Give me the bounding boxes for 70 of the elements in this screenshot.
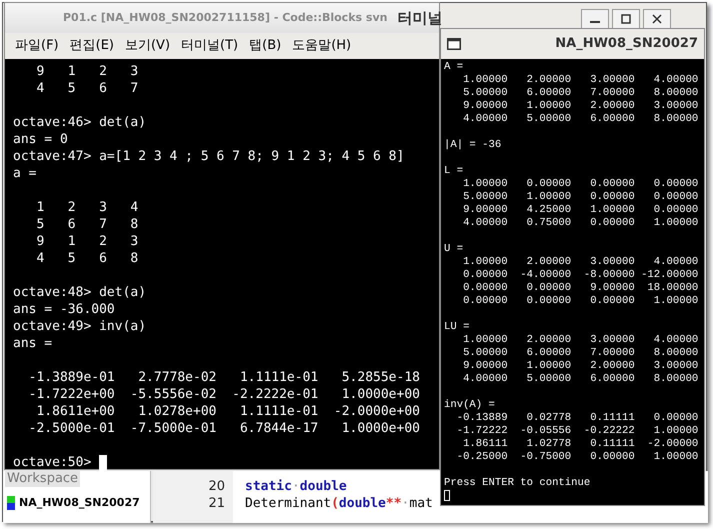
window-icon: [447, 38, 461, 50]
terminal-line: octave:47> a=[1 2 3 4 ; 5 6 7 8; 9 1 2 3; 4 5 6 8]: [13, 148, 406, 165]
console-line: 4.00000 5.00000 6.00000 8.00000: [462, 373, 700, 386]
console-line: U =: [444, 243, 464, 256]
terminal-line: 4 5 6 8: [35, 250, 140, 267]
close-icon: [652, 14, 662, 24]
window-title: 터미널: [397, 8, 442, 29]
console-line: 9.00000 4.25000 1.00000 0.00000: [462, 204, 700, 217]
console-line: 5.00000 6.00000 7.00000 8.00000: [462, 87, 700, 100]
console-line: -0.13889 0.02778 0.11111 0.00000: [456, 412, 700, 425]
console-line: 1.00000 2.00000 3.00000 4.00000: [462, 334, 700, 347]
line-number: 20: [208, 478, 225, 495]
code-line: static·double: [245, 478, 348, 495]
console-line: -1.72222 -0.05556 -0.22222 1.00000: [456, 425, 700, 438]
close-button[interactable]: [643, 9, 671, 29]
menu-item[interactable]: 편집(E): [70, 36, 114, 56]
terminal-line: ans =: [13, 335, 54, 352]
console-line: -0.25000 -0.75000 0.00000 1.00000: [456, 451, 700, 464]
console-line: 0.00000 -4.00000 -8.00000 -12.00000: [462, 269, 700, 282]
menu-item[interactable]: 탭(B): [249, 36, 282, 56]
terminal-line: ans = 0: [13, 131, 69, 148]
console-line: 5.00000 1.00000 0.00000 0.00000: [462, 191, 700, 204]
console-line: 1.86111 1.02778 0.11111 -2.00000: [462, 438, 700, 451]
minimize-icon: [590, 21, 600, 24]
console-line: 0.00000 0.00000 9.00000 18.00000: [462, 282, 700, 295]
workspace-tab[interactable]: Workspace: [5, 471, 80, 487]
console-line: 9.00000 1.00000 2.00000 3.00000: [462, 100, 700, 113]
terminal-line: octave:46> det(a): [13, 114, 148, 131]
maximize-button[interactable]: [612, 9, 640, 29]
maximize-icon: [621, 14, 631, 24]
console-line: 9.00000 1.00000 2.00000 3.00000: [462, 360, 700, 373]
menu-item[interactable]: 파일(F): [15, 36, 59, 56]
console-line: 0.00000 0.00000 0.00000 1.00000: [462, 295, 700, 308]
text-cursor: [444, 490, 450, 501]
console-line: 4.00000 5.00000 6.00000 8.00000: [462, 113, 700, 126]
menu-item[interactable]: 터미널(T): [181, 36, 238, 56]
terminal-prompt: octave:50>: [13, 454, 92, 471]
window-title: NA_HW08_SN20027: [555, 35, 698, 54]
minimize-button[interactable]: [581, 9, 609, 29]
project-name[interactable]: NA_HW08_SN20027: [19, 495, 140, 512]
console-line: |A| = -36: [444, 139, 502, 152]
console-line: inv(A) =: [444, 399, 496, 412]
terminal-line: 1 2 3 4: [35, 199, 140, 216]
console-line: 5.00000 6.00000 7.00000 8.00000: [462, 347, 700, 360]
terminal-line: ans = -36.000: [13, 301, 116, 318]
background-window-title: P01.c [NA_HW08_SN2002711158] - Code::Blocks svn: [63, 10, 388, 26]
console-line: L =: [444, 165, 464, 178]
console-prompt: Press ENTER to continue: [444, 477, 592, 490]
menu-item[interactable]: 보기(V): [124, 36, 170, 56]
terminal-line: -1.3889e-01 2.7778e-02 1.1111e-01 5.2855e-18: [28, 369, 421, 386]
line-number: 21: [208, 495, 225, 512]
terminal-line: 1.8611e+00 1.0278e+00 1.1111e-01 -2.0000e+00: [35, 403, 421, 420]
terminal-line: 9 1 2 3: [35, 233, 140, 250]
terminal-line: a =: [13, 165, 38, 182]
console-line: LU =: [444, 321, 470, 334]
terminal-line: octave:49> inv(a): [13, 318, 148, 335]
terminal-line: octave:48> det(a): [13, 284, 148, 301]
terminal-line: 9 1 2 3: [35, 63, 140, 80]
menu-item[interactable]: 도움말(H): [292, 36, 352, 56]
terminal-line: -1.7222e+00 -5.5556e-02 -2.2222e-01 1.0000e+00: [28, 386, 421, 403]
console-line: 1.00000 0.00000 0.00000 0.00000: [462, 178, 700, 191]
console-line: 4.00000 0.75000 0.00000 1.00000: [462, 217, 700, 230]
terminal-line: -2.5000e-01 -7.5000e-01 6.7844e-17 1.0000e+00: [28, 420, 421, 437]
project-icon: [7, 496, 15, 510]
code-line: Determinant(double**·mat: [245, 495, 433, 512]
console-line: A =: [444, 61, 464, 74]
terminal-line: 5 6 7 8: [35, 216, 140, 233]
console-line: 1.00000 2.00000 3.00000 4.00000: [462, 256, 700, 269]
terminal-line: 4 5 6 7: [35, 80, 140, 97]
console-line: 1.00000 2.00000 3.00000 4.00000: [462, 74, 700, 87]
